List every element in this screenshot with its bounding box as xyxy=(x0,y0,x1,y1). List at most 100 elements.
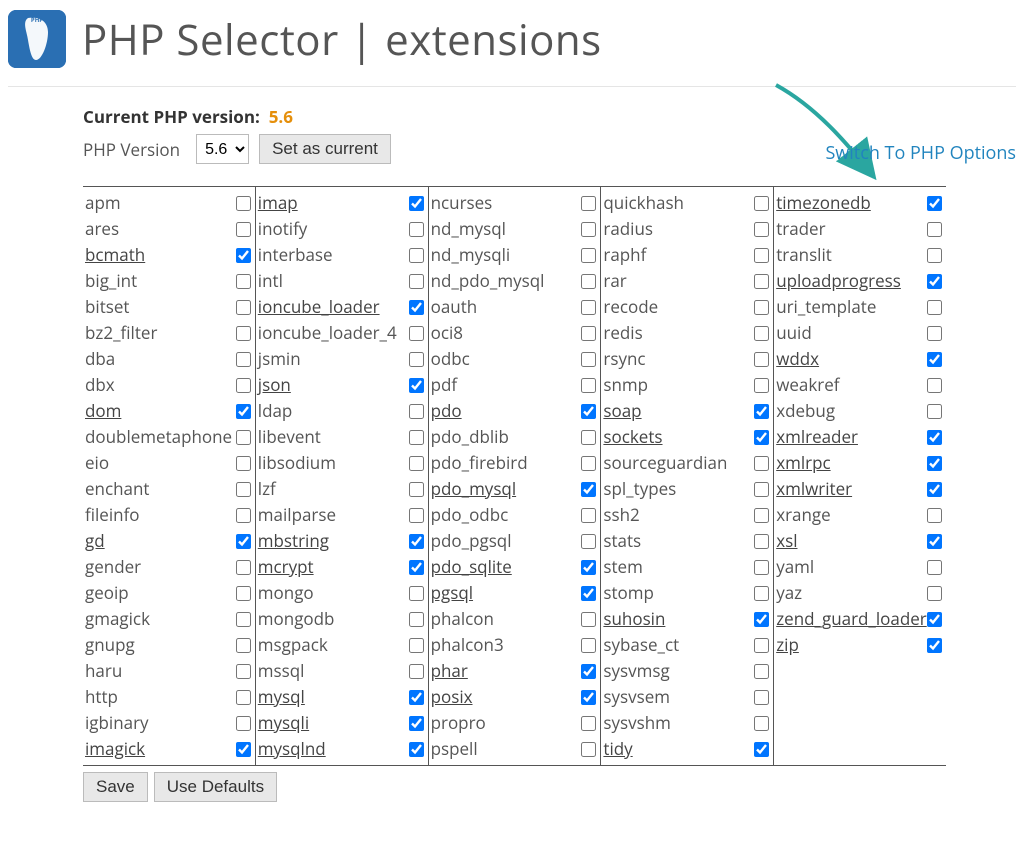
extension-name-link[interactable]: json xyxy=(258,372,291,398)
extension-name-link[interactable]: pdo_dblib xyxy=(431,424,509,450)
extension-checkbox[interactable] xyxy=(409,612,424,627)
extension-checkbox[interactable] xyxy=(754,274,769,289)
extension-checkbox[interactable] xyxy=(927,248,942,263)
extension-name-link[interactable]: mbstring xyxy=(258,528,329,554)
extension-checkbox[interactable] xyxy=(754,196,769,211)
extension-name-link[interactable]: soap xyxy=(603,398,641,424)
extension-checkbox[interactable] xyxy=(754,352,769,367)
extension-checkbox[interactable] xyxy=(236,300,251,315)
extension-name-link[interactable]: mysql xyxy=(258,684,305,710)
extension-name-link[interactable]: timezonedb xyxy=(776,190,871,216)
extension-name-link[interactable]: nd_mysqli xyxy=(431,242,511,268)
extension-checkbox[interactable] xyxy=(754,482,769,497)
extension-checkbox[interactable] xyxy=(581,196,596,211)
extension-checkbox[interactable] xyxy=(754,222,769,237)
extension-name-link[interactable]: recode xyxy=(603,294,658,320)
extension-checkbox[interactable] xyxy=(409,508,424,523)
extension-name-link[interactable]: enchant xyxy=(85,476,149,502)
extension-checkbox[interactable] xyxy=(581,586,596,601)
extension-checkbox[interactable] xyxy=(236,430,251,445)
extension-name-link[interactable]: xrange xyxy=(776,502,831,528)
extension-checkbox[interactable] xyxy=(927,352,942,367)
extension-checkbox[interactable] xyxy=(581,690,596,705)
extension-name-link[interactable]: nd_mysql xyxy=(431,216,506,242)
extension-checkbox[interactable] xyxy=(236,482,251,497)
extension-checkbox[interactable] xyxy=(927,586,942,601)
php-version-select[interactable]: 5.6 xyxy=(196,134,249,164)
extension-checkbox[interactable] xyxy=(581,534,596,549)
extension-name-link[interactable]: oci8 xyxy=(431,320,463,346)
extension-checkbox[interactable] xyxy=(754,638,769,653)
extension-name-link[interactable]: igbinary xyxy=(85,710,149,736)
extension-checkbox[interactable] xyxy=(409,742,424,757)
extension-name-link[interactable]: dbx xyxy=(85,372,115,398)
extension-checkbox[interactable] xyxy=(581,612,596,627)
extension-name-link[interactable]: snmp xyxy=(603,372,648,398)
extension-checkbox[interactable] xyxy=(409,586,424,601)
extension-checkbox[interactable] xyxy=(927,430,942,445)
extension-name-link[interactable]: intl xyxy=(258,268,283,294)
extension-name-link[interactable]: pdo_pgsql xyxy=(431,528,512,554)
extension-name-link[interactable]: dom xyxy=(85,398,121,424)
extension-checkbox[interactable] xyxy=(409,638,424,653)
extension-checkbox[interactable] xyxy=(409,300,424,315)
extension-checkbox[interactable] xyxy=(581,326,596,341)
extension-name-link[interactable]: weakref xyxy=(776,372,839,398)
extension-checkbox[interactable] xyxy=(236,274,251,289)
extension-checkbox[interactable] xyxy=(754,586,769,601)
extension-name-link[interactable]: ioncube_loader xyxy=(258,294,380,320)
extension-checkbox[interactable] xyxy=(754,560,769,575)
extension-name-link[interactable]: msgpack xyxy=(258,632,328,658)
extension-checkbox[interactable] xyxy=(236,456,251,471)
extension-name-link[interactable]: suhosin xyxy=(603,606,665,632)
extension-name-link[interactable]: imagick xyxy=(85,736,145,762)
extension-checkbox[interactable] xyxy=(236,222,251,237)
extension-name-link[interactable]: ares xyxy=(85,216,119,242)
extension-name-link[interactable]: lzf xyxy=(258,476,276,502)
extension-name-link[interactable]: sourceguardian xyxy=(603,450,727,476)
extension-checkbox[interactable] xyxy=(236,664,251,679)
extension-checkbox[interactable] xyxy=(754,430,769,445)
extension-name-link[interactable]: pdf xyxy=(431,372,458,398)
extension-checkbox[interactable] xyxy=(754,404,769,419)
extension-name-link[interactable]: stem xyxy=(603,554,642,580)
extension-name-link[interactable]: mysqli xyxy=(258,710,309,736)
extension-name-link[interactable]: pgsql xyxy=(431,580,473,606)
save-button[interactable]: Save xyxy=(83,772,148,802)
extension-name-link[interactable]: ncurses xyxy=(431,190,493,216)
extension-checkbox[interactable] xyxy=(927,456,942,471)
extension-name-link[interactable]: raphf xyxy=(603,242,646,268)
extension-checkbox[interactable] xyxy=(581,742,596,757)
extension-name-link[interactable]: ldap xyxy=(258,398,293,424)
extension-checkbox[interactable] xyxy=(581,508,596,523)
extension-name-link[interactable]: bitset xyxy=(85,294,129,320)
extension-name-link[interactable]: radius xyxy=(603,216,653,242)
extension-name-link[interactable]: eio xyxy=(85,450,109,476)
extension-checkbox[interactable] xyxy=(927,196,942,211)
extension-checkbox[interactable] xyxy=(236,196,251,211)
extension-checkbox[interactable] xyxy=(754,508,769,523)
extension-name-link[interactable]: sysvshm xyxy=(603,710,670,736)
extension-name-link[interactable]: pdo xyxy=(431,398,462,424)
extension-name-link[interactable]: zip xyxy=(776,632,799,658)
extension-name-link[interactable]: rar xyxy=(603,268,626,294)
extension-checkbox[interactable] xyxy=(409,274,424,289)
extension-checkbox[interactable] xyxy=(409,430,424,445)
extension-checkbox[interactable] xyxy=(236,352,251,367)
extension-checkbox[interactable] xyxy=(927,612,942,627)
extension-checkbox[interactable] xyxy=(581,638,596,653)
extension-name-link[interactable]: big_int xyxy=(85,268,137,294)
extension-name-link[interactable]: redis xyxy=(603,320,642,346)
extension-checkbox[interactable] xyxy=(409,196,424,211)
extension-checkbox[interactable] xyxy=(754,716,769,731)
extension-name-link[interactable]: stomp xyxy=(603,580,654,606)
extension-name-link[interactable]: trader xyxy=(776,216,825,242)
extension-name-link[interactable]: http xyxy=(85,684,118,710)
extension-name-link[interactable]: rsync xyxy=(603,346,645,372)
extension-name-link[interactable]: stats xyxy=(603,528,641,554)
extension-name-link[interactable]: odbc xyxy=(431,346,470,372)
extension-name-link[interactable]: jsmin xyxy=(258,346,301,372)
extension-name-link[interactable]: pdo_mysql xyxy=(431,476,517,502)
extension-checkbox[interactable] xyxy=(409,664,424,679)
extension-name-link[interactable]: xmlreader xyxy=(776,424,858,450)
